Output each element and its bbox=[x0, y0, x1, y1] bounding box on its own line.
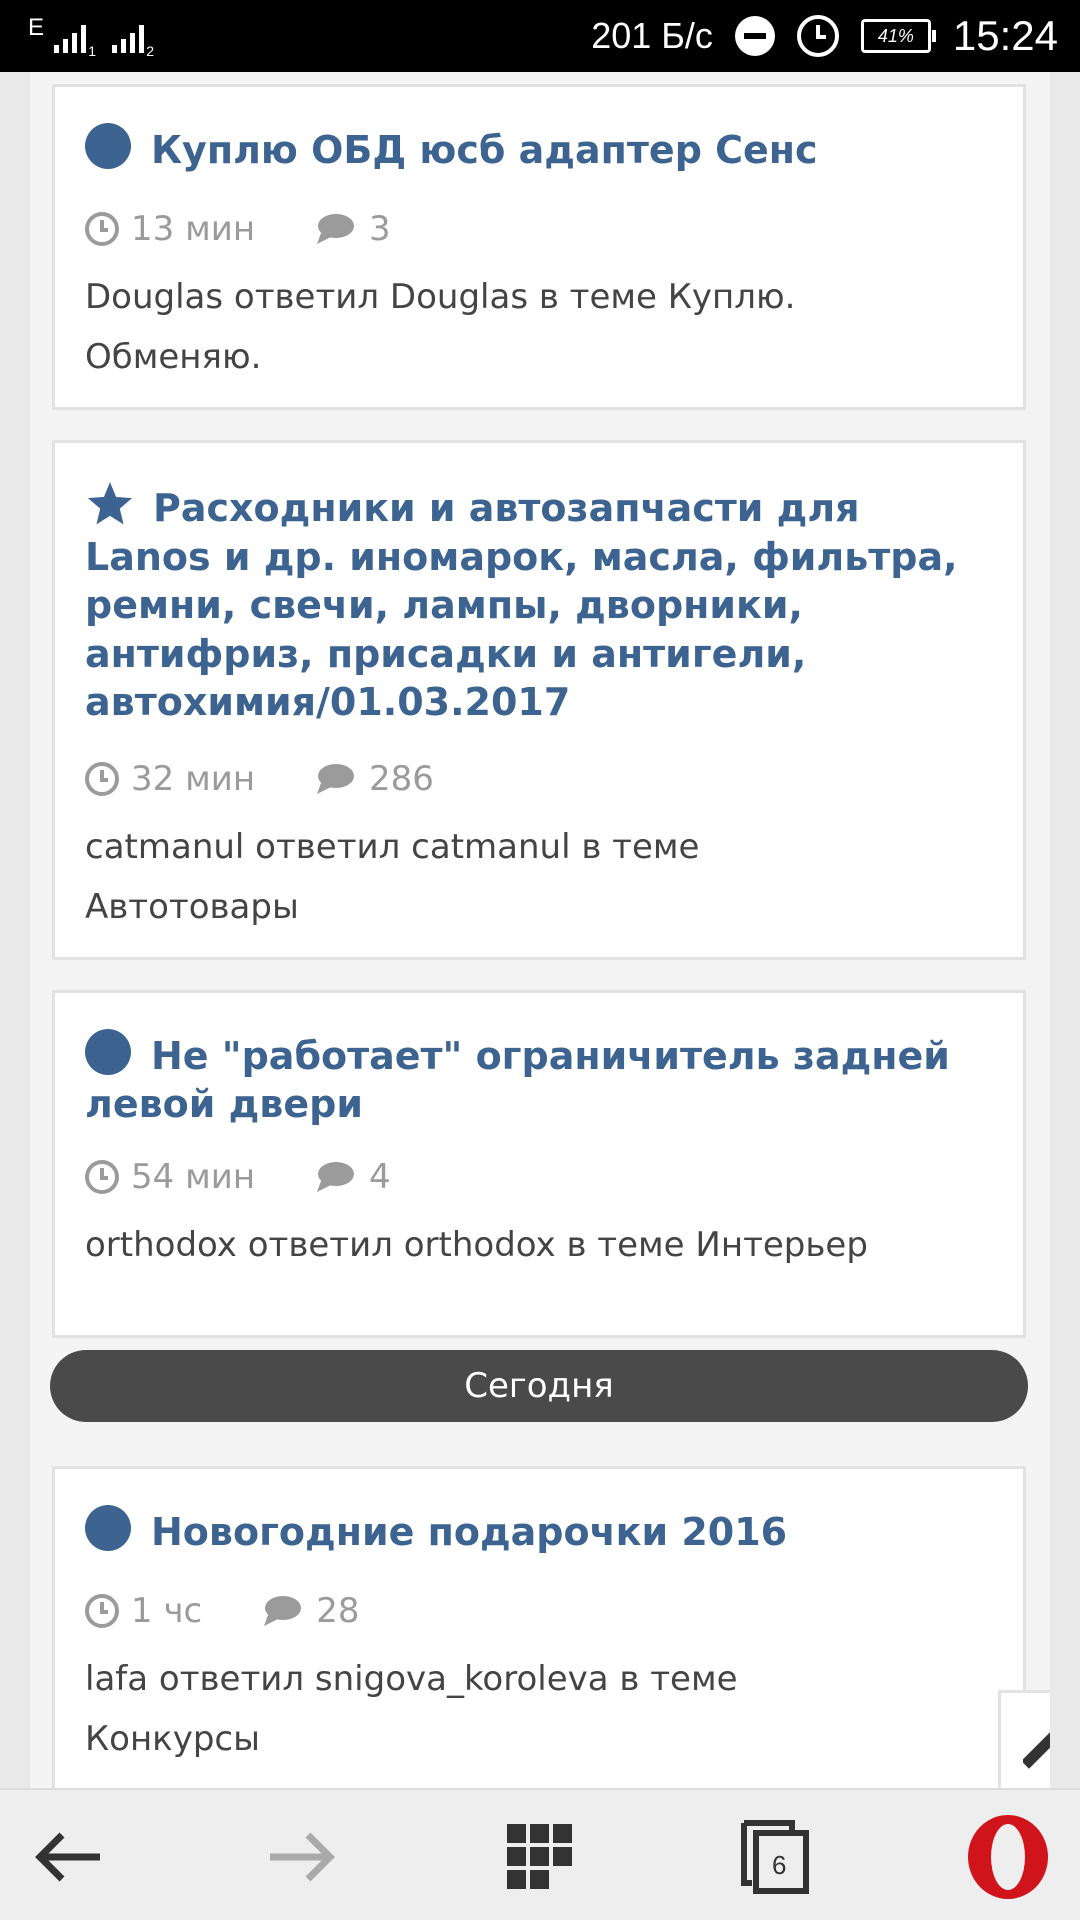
comment-icon bbox=[317, 764, 355, 794]
speed-dial-button[interactable] bbox=[490, 1812, 590, 1902]
last-reply-line: catmanul ответил catmanul в теме bbox=[85, 827, 700, 867]
sim2-label: 2 bbox=[146, 43, 155, 59]
topic-time: 54 мин bbox=[131, 1157, 256, 1197]
back-button[interactable] bbox=[18, 1812, 118, 1902]
topic-time: 32 мин bbox=[131, 759, 256, 799]
arrow-left-icon bbox=[35, 1832, 100, 1882]
topic-title[interactable]: Расходники и автозапчасти для Lanos и др… bbox=[85, 486, 958, 724]
comment-icon bbox=[264, 1596, 302, 1626]
topic-card[interactable]: Куплю ОБД юсб адаптер Сенс 13 мин 3 Doug… bbox=[52, 84, 1026, 410]
topic-comments-count: 28 bbox=[316, 1591, 360, 1631]
comment-icon bbox=[317, 1162, 355, 1192]
topic-comments-count: 286 bbox=[369, 759, 434, 799]
last-reply-line: Douglas ответил Douglas в теме Куплю. bbox=[85, 277, 796, 317]
tabs-button[interactable]: 6 bbox=[726, 1812, 826, 1902]
topic-comments-count: 3 bbox=[369, 209, 391, 249]
topic-title-link[interactable]: Не "работает" ограничитель задней левой … bbox=[85, 1029, 983, 1128]
clock-icon bbox=[85, 1594, 119, 1628]
last-reply-line: Автотовары bbox=[85, 887, 299, 927]
signal-sim2-icon: 2 bbox=[112, 23, 154, 59]
comment-icon bbox=[317, 214, 355, 244]
unread-dot-icon bbox=[85, 123, 131, 169]
topic-title-link[interactable]: Куплю ОБД юсб адаптер Сенс bbox=[85, 123, 983, 174]
topic-card[interactable]: Расходники и автозапчасти для Lanos и др… bbox=[52, 440, 1026, 960]
topics-feed[interactable]: Куплю ОБД юсб адаптер Сенс 13 мин 3 Doug… bbox=[30, 72, 1050, 1788]
chevron-up-icon bbox=[1023, 1732, 1050, 1769]
topic-last-reply[interactable]: Douglas ответил Douglas в теме Куплю. Об… bbox=[85, 267, 983, 387]
topic-card[interactable]: Не "работает" ограничитель задней левой … bbox=[52, 990, 1026, 1338]
topic-time: 13 мин bbox=[131, 209, 256, 249]
topic-time: 1 чс bbox=[131, 1591, 203, 1631]
clock-time: 15:24 bbox=[952, 12, 1058, 59]
arrow-right-icon bbox=[270, 1832, 335, 1882]
clock-icon bbox=[85, 212, 119, 246]
network-speed: 201 Б/с bbox=[591, 15, 713, 56]
topic-title[interactable]: Куплю ОБД юсб адаптер Сенс bbox=[151, 128, 818, 172]
do-not-disturb-icon bbox=[734, 16, 775, 56]
sim1-label: 1 bbox=[88, 43, 97, 59]
opera-logo-icon bbox=[968, 1815, 1048, 1899]
clock-icon bbox=[85, 762, 119, 796]
last-reply-line: orthodox ответил orthodox в теме Интерье… bbox=[85, 1225, 868, 1265]
tabs-count: 6 bbox=[772, 1850, 787, 1880]
alarm-icon bbox=[796, 15, 839, 57]
topic-title[interactable]: Новогодние подарочки 2016 bbox=[151, 1510, 787, 1554]
topic-meta: 1 чс 28 bbox=[85, 1591, 360, 1631]
topic-meta: 13 мин 3 bbox=[85, 209, 391, 249]
network-indicators: E 1 2 bbox=[28, 10, 154, 66]
status-right: 201 Б/с 41% 15:24 bbox=[591, 0, 1058, 72]
last-reply-line: lafa ответил snigova_koroleva в теме bbox=[85, 1659, 738, 1699]
topic-comments-count: 4 bbox=[369, 1157, 391, 1197]
browser-toolbar: 6 bbox=[0, 1788, 1080, 1920]
forward-button[interactable] bbox=[252, 1812, 352, 1902]
scroll-to-top-button[interactable] bbox=[998, 1690, 1050, 1788]
topic-card[interactable]: Новогодние подарочки 2016 1 чс 28 lafa о… bbox=[52, 1466, 1026, 1788]
opera-menu-button[interactable] bbox=[958, 1812, 1058, 1902]
last-reply-line: Обменяю. bbox=[85, 337, 262, 377]
last-reply-line: Конкурсы bbox=[85, 1719, 260, 1759]
network-type: E bbox=[28, 14, 45, 41]
unread-dot-icon bbox=[85, 1029, 131, 1075]
unread-dot-icon bbox=[85, 1505, 131, 1551]
signal-sim1-icon: 1 bbox=[54, 23, 96, 59]
topic-title-link[interactable]: Расходники и автозапчасти для Lanos и др… bbox=[85, 479, 983, 727]
topic-last-reply[interactable]: orthodox ответил orthodox в теме Интерье… bbox=[85, 1215, 983, 1275]
topic-last-reply[interactable]: catmanul ответил catmanul в теме Автотов… bbox=[85, 817, 983, 937]
clock-icon bbox=[85, 1160, 119, 1194]
battery-icon: 41% bbox=[860, 19, 936, 53]
topic-title[interactable]: Не "работает" ограничитель задней левой … bbox=[85, 1034, 950, 1126]
topic-title-link[interactable]: Новогодние подарочки 2016 bbox=[85, 1505, 983, 1556]
topic-last-reply[interactable]: lafa ответил snigova_koroleva в теме Кон… bbox=[85, 1649, 983, 1769]
topic-meta: 54 мин 4 bbox=[85, 1157, 391, 1197]
grid-icon bbox=[507, 1824, 572, 1889]
section-divider-today: Сегодня bbox=[50, 1350, 1028, 1422]
topic-meta: 32 мин 286 bbox=[85, 759, 434, 799]
status-bar: E 1 2 201 Б/с 41% 15:24 bbox=[0, 0, 1080, 72]
star-icon bbox=[87, 482, 133, 525]
